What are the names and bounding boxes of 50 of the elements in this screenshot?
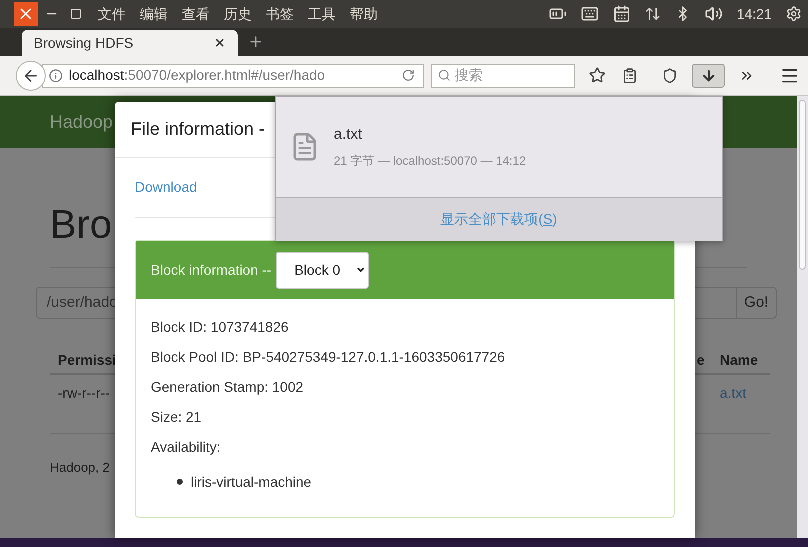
clock: 14:21 xyxy=(736,4,772,24)
search-icon xyxy=(438,69,451,82)
block-field: Availability: xyxy=(151,437,221,467)
go-button[interactable]: Go! xyxy=(736,287,777,319)
host-name: liris-virtual-machine xyxy=(191,472,312,492)
calendar-icon xyxy=(612,5,631,23)
bookmark-star-icon xyxy=(589,67,606,84)
download-arrow-icon xyxy=(700,68,716,84)
address-bar[interactable]: localhost:50070/explorer.html#/user/hado xyxy=(42,64,424,88)
block-field: Block ID: 1073741826 xyxy=(151,317,289,347)
page-heading: Bro xyxy=(50,205,112,245)
menu-item[interactable]: 帮助 xyxy=(350,4,378,24)
network-icon xyxy=(644,6,661,22)
reading-list-icon xyxy=(622,68,638,84)
download-name: a.txt xyxy=(334,124,362,145)
column-header: Permissi xyxy=(58,350,116,370)
browser-tab[interactable]: Browsing HDFS xyxy=(22,30,238,56)
volume-icon xyxy=(704,5,723,23)
downloads-button[interactable] xyxy=(692,64,725,88)
maximize-icon xyxy=(70,8,82,20)
block-field: Block Pool ID: BP-540275349-127.0.1.1-1603350617726 xyxy=(151,347,506,377)
menu-item[interactable]: 工具 xyxy=(308,4,336,24)
download-link[interactable]: Download xyxy=(135,177,198,198)
dialog-title: File information - xyxy=(131,118,266,141)
block-field: Size: 21 xyxy=(151,407,202,437)
back-button[interactable] xyxy=(16,60,46,90)
reload-icon xyxy=(402,69,415,82)
footer-text: Hadoop, 2 xyxy=(50,459,110,477)
scrollbar[interactable] xyxy=(797,96,808,538)
column-header: Name xyxy=(720,350,760,370)
table-cell-text: -rw-r--r-- xyxy=(58,384,110,402)
menu-item[interactable]: 书签 xyxy=(266,4,294,24)
menu-item[interactable]: 编辑 xyxy=(140,4,168,24)
block-field: Generation Stamp: 1002 xyxy=(151,377,304,407)
bullet-icon xyxy=(177,479,183,485)
new-tab-icon xyxy=(248,34,264,50)
block-select[interactable]: Block 0 xyxy=(276,252,369,288)
download-item[interactable]: a.txt 21 字节 — localhost:50070 — 14:12 xyxy=(276,97,722,197)
menu-item[interactable]: 查看 xyxy=(182,4,210,24)
menu-item[interactable]: 历史 xyxy=(224,4,252,24)
download-detail: 21 字节 — localhost:50070 — 14:12 xyxy=(334,153,526,170)
close-button[interactable] xyxy=(14,2,38,26)
close-tab-icon xyxy=(214,37,226,49)
panel-title: Block information -- xyxy=(151,260,272,280)
caret-icon xyxy=(356,265,366,275)
info-icon xyxy=(49,68,63,82)
menu-item[interactable]: 文件 xyxy=(98,4,126,24)
settings-icon xyxy=(786,6,802,22)
column-header: e xyxy=(697,350,706,370)
keyboard-icon xyxy=(580,5,599,23)
